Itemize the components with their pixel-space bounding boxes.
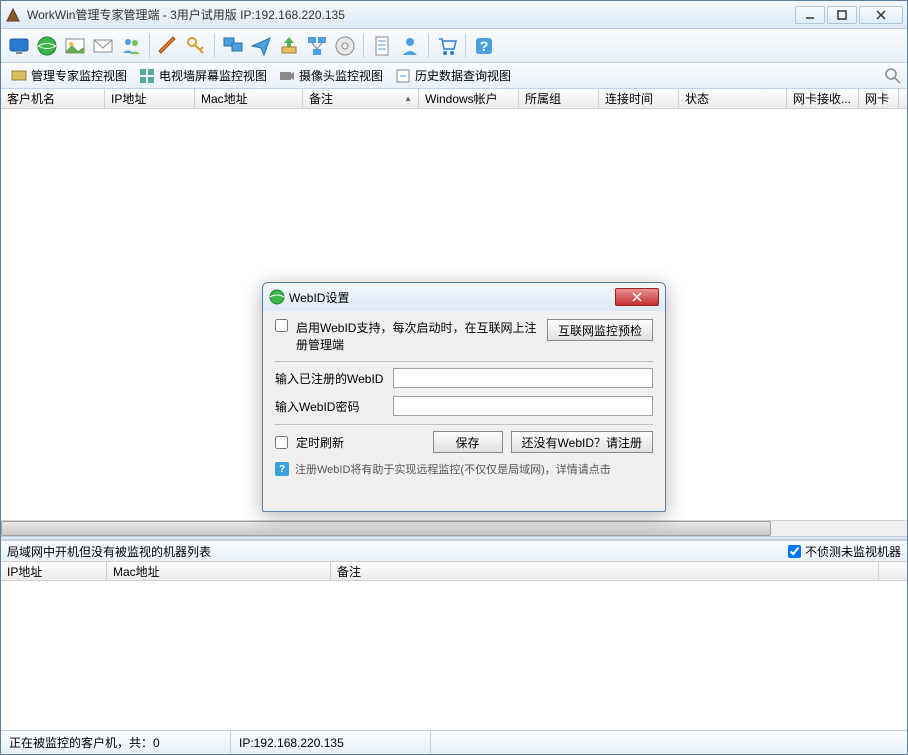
column-header[interactable]: IP地址 — [105, 89, 195, 108]
dialog-actions-row: 定时刷新 保存 还没有WebID？请注册 — [275, 431, 653, 453]
upload-icon[interactable] — [277, 34, 301, 58]
refresh-checkbox[interactable] — [275, 436, 288, 449]
detect-checkbox[interactable] — [788, 545, 801, 558]
sub-column-header[interactable]: Mac地址 — [107, 562, 331, 580]
status-empty — [431, 731, 907, 754]
send-icon[interactable] — [249, 34, 273, 58]
enable-webid-checkbox[interactable] — [275, 319, 288, 332]
document-icon[interactable] — [370, 34, 394, 58]
titlebar: WorkWin管理专家管理端 - 3用户试用版 IP:192.168.220.1… — [1, 1, 907, 29]
app-icon — [5, 7, 21, 23]
refresh-label: 定时刷新 — [296, 434, 344, 451]
column-header[interactable]: 连接时间 — [599, 89, 679, 108]
statusbar: 正在被监控的客户机，共：0 IP:192.168.220.135 — [1, 730, 907, 754]
window-title: WorkWin管理专家管理端 - 3用户试用版 IP:192.168.220.1… — [27, 6, 795, 23]
globe-icon — [269, 289, 285, 305]
history-icon — [395, 68, 411, 84]
close-button[interactable] — [859, 6, 903, 24]
view-label: 历史数据查询视图 — [415, 67, 511, 84]
viewbar: 管理专家监控视图 电视墙屏幕监控视图 摄像头监控视图 历史数据查询视图 — [1, 63, 907, 89]
hint-text: 注册WebID将有助于实现远程监控(不仅仅是局域网)，详情请点击 — [295, 461, 611, 477]
screens-icon[interactable] — [221, 34, 245, 58]
globe-icon[interactable] — [35, 34, 59, 58]
sub-table-header: IP地址 Mac地址 备注 — [1, 561, 907, 581]
save-button[interactable]: 保存 — [433, 431, 503, 453]
separator — [363, 34, 364, 58]
webid-label: 输入已注册的WebID — [275, 370, 385, 387]
separator — [275, 361, 653, 362]
dialog-enable-row: 启用WebID支持，每次启动时，在互联网上注册管理端 互联网监控预检 — [275, 319, 653, 353]
sub-column-header[interactable]: 备注 — [331, 562, 879, 580]
dialog-titlebar: WebID设置 — [263, 283, 665, 311]
view-label: 电视墙屏幕监控视图 — [159, 67, 267, 84]
separator — [214, 34, 215, 58]
sub-table-body[interactable] — [1, 581, 907, 730]
dialog-password-row: 输入WebID密码 — [275, 396, 653, 416]
status-ip: IP:192.168.220.135 — [231, 731, 431, 754]
main-table-header: 客户机名 IP地址 Mac地址 备注 Windows帐户 所属组 连接时间 状态… — [1, 89, 907, 109]
brush-icon[interactable] — [156, 34, 180, 58]
separator — [149, 34, 150, 58]
column-header[interactable]: 网卡 — [859, 89, 899, 108]
column-header[interactable]: 所属组 — [519, 89, 599, 108]
password-label: 输入WebID密码 — [275, 398, 385, 415]
detect-checkbox-label: 不侦测未监视机器 — [805, 543, 901, 560]
view-label: 管理专家监控视图 — [31, 67, 127, 84]
dialog-close-button[interactable] — [615, 288, 659, 306]
dialog-webid-row: 输入已注册的WebID — [275, 368, 653, 388]
column-header[interactable]: Windows帐户 — [419, 89, 519, 108]
horizontal-scrollbar[interactable] — [1, 520, 907, 536]
info-icon: ? — [275, 462, 289, 476]
toolbar: ? — [1, 29, 907, 63]
enable-webid-label: 启用WebID支持，每次启动时，在互联网上注册管理端 — [296, 319, 539, 353]
register-button[interactable]: 还没有WebID？请注册 — [511, 431, 653, 453]
separator — [428, 34, 429, 58]
column-header-sorted[interactable]: 备注 — [303, 89, 419, 108]
monitor-view-icon — [11, 68, 27, 84]
status-monitored: 正在被监控的客户机，共：0 — [1, 731, 231, 754]
separator — [275, 424, 653, 425]
webid-dialog: WebID设置 启用WebID支持，每次启动时，在互联网上注册管理端 互联网监控… — [262, 282, 666, 512]
photo-icon[interactable] — [63, 34, 87, 58]
sub-panel-header: 局域网中开机但没有被监视的机器列表 不侦测未监视机器 — [1, 541, 907, 561]
dialog-hint: ? 注册WebID将有助于实现远程监控(不仅仅是局域网)，详情请点击 — [275, 461, 653, 477]
sub-header-right: 不侦测未监视机器 — [788, 543, 901, 560]
disc-icon[interactable] — [333, 34, 357, 58]
column-header[interactable]: 网卡接收... — [787, 89, 859, 108]
network-icon[interactable] — [305, 34, 329, 58]
dialog-body: 启用WebID支持，每次启动时，在互联网上注册管理端 互联网监控预检 输入已注册… — [263, 311, 665, 485]
maximize-button[interactable] — [827, 6, 857, 24]
camera-icon — [279, 68, 295, 84]
view-label: 摄像头监控视图 — [299, 67, 383, 84]
window-controls — [795, 6, 903, 24]
svg-text:?: ? — [480, 38, 489, 54]
view-history[interactable]: 历史数据查询视图 — [391, 65, 515, 86]
scrollbar-thumb[interactable] — [1, 521, 771, 536]
column-header[interactable]: 客户机名 — [1, 89, 105, 108]
view-camera[interactable]: 摄像头监控视图 — [275, 65, 387, 86]
search-icon[interactable] — [885, 68, 901, 84]
tv-wall-icon — [139, 68, 155, 84]
cart-icon[interactable] — [435, 34, 459, 58]
help-icon[interactable]: ? — [472, 34, 496, 58]
person-icon[interactable] — [398, 34, 422, 58]
view-tv-wall[interactable]: 电视墙屏幕监控视图 — [135, 65, 271, 86]
separator — [465, 34, 466, 58]
monitor-icon[interactable] — [7, 34, 31, 58]
column-header[interactable]: Mac地址 — [195, 89, 303, 108]
sub-column-header[interactable]: IP地址 — [1, 562, 107, 580]
sub-panel: 局域网中开机但没有被监视的机器列表 不侦测未监视机器 IP地址 Mac地址 备注 — [1, 540, 907, 730]
sub-panel-title: 局域网中开机但没有被监视的机器列表 — [7, 543, 211, 560]
users-icon[interactable] — [119, 34, 143, 58]
password-input[interactable] — [393, 396, 653, 416]
webid-input[interactable] — [393, 368, 653, 388]
dialog-title: WebID设置 — [289, 289, 349, 306]
column-header[interactable]: 状态 — [679, 89, 787, 108]
mail-icon[interactable] — [91, 34, 115, 58]
view-monitor[interactable]: 管理专家监控视图 — [7, 65, 131, 86]
key-icon[interactable] — [184, 34, 208, 58]
minimize-button[interactable] — [795, 6, 825, 24]
precheck-button[interactable]: 互联网监控预检 — [547, 319, 653, 341]
